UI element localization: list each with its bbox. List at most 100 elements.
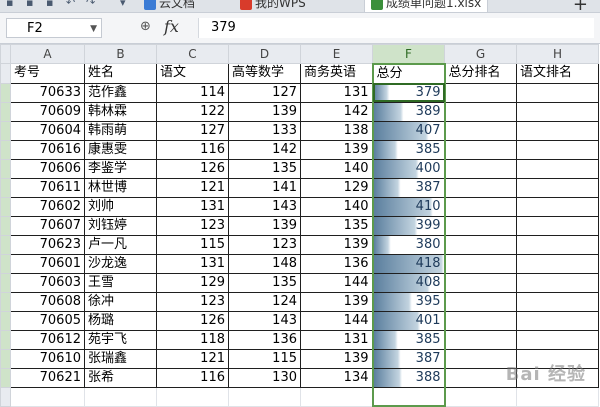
chinese-cell[interactable]: 131 [156,196,229,217]
row-header[interactable] [0,253,11,274]
name-cell[interactable]: 卢一凡 [84,234,157,255]
header-cell[interactable]: 语文 [156,63,229,84]
id-cell[interactable]: 70602 [10,196,85,217]
chinese-cell[interactable]: 114 [156,82,229,103]
id-cell[interactable]: 70604 [10,120,85,141]
total-score-cell[interactable]: 380 [371,234,446,255]
name-cell[interactable]: 李鉴学 [84,158,157,179]
row-header[interactable] [0,310,11,331]
chinese-cell[interactable]: 118 [156,329,229,350]
chinese-cell[interactable]: 115 [156,234,229,255]
tab-workbook[interactable]: 成绩单问题1.xlsx [364,0,489,12]
name-cell[interactable]: 张希 [84,367,157,388]
math-cell[interactable]: 143 [228,310,301,331]
english-cell[interactable]: 140 [300,196,373,217]
id-cell[interactable]: 70607 [10,215,85,236]
total-rank-cell[interactable] [444,139,517,160]
total-rank-cell[interactable] [444,310,517,331]
row-header[interactable] [0,348,11,369]
row-header[interactable] [0,139,11,160]
id-cell[interactable]: 70611 [10,177,85,198]
id-cell[interactable]: 70605 [10,310,85,331]
empty-cell[interactable] [228,386,301,407]
english-cell[interactable]: 135 [300,215,373,236]
chinese-rank-cell[interactable] [516,253,599,274]
chinese-rank-cell[interactable] [516,272,599,293]
column-header-a[interactable]: A [10,44,85,64]
total-score-cell[interactable]: 401 [371,310,446,331]
english-cell[interactable]: 134 [300,367,373,388]
function-icon[interactable]: fx [164,17,179,36]
chinese-rank-cell[interactable] [516,158,599,179]
total-score-cell[interactable]: 395 [371,291,446,312]
id-cell[interactable]: 70609 [10,101,85,122]
row-header[interactable] [0,196,11,217]
total-score-cell[interactable]: 418 [371,253,446,274]
chinese-cell[interactable]: 129 [156,272,229,293]
name-cell[interactable]: 韩林霖 [84,101,157,122]
column-header-h[interactable]: H [516,44,599,64]
math-cell[interactable]: 148 [228,253,301,274]
math-cell[interactable]: 136 [228,329,301,350]
empty-cell[interactable] [156,386,229,407]
chinese-rank-cell[interactable] [516,139,599,160]
total-rank-cell[interactable] [444,196,517,217]
english-cell[interactable]: 129 [300,177,373,198]
column-header-b[interactable]: B [84,44,157,64]
chinese-cell[interactable]: 116 [156,139,229,160]
chinese-cell[interactable]: 123 [156,215,229,236]
formula-input[interactable]: 379 [198,18,594,38]
total-score-cell[interactable]: 410 [371,196,446,217]
id-cell[interactable]: 70612 [10,329,85,350]
chinese-rank-cell[interactable] [516,310,599,331]
chinese-cell[interactable]: 126 [156,310,229,331]
total-score-cell[interactable]: 379 [371,82,446,103]
chinese-rank-cell[interactable] [516,329,599,350]
total-score-cell[interactable]: 389 [371,101,446,122]
select-all-corner[interactable] [0,44,11,64]
math-cell[interactable]: 115 [228,348,301,369]
id-cell[interactable]: 70616 [10,139,85,160]
column-header-c[interactable]: C [156,44,229,64]
name-cell[interactable]: 康惠雯 [84,139,157,160]
chinese-rank-cell[interactable] [516,101,599,122]
chinese-rank-cell[interactable] [516,215,599,236]
total-rank-cell[interactable] [444,215,517,236]
total-rank-cell[interactable] [444,158,517,179]
redo-icon[interactable]: ↷ [86,0,98,10]
total-rank-cell[interactable] [444,329,517,350]
row-header[interactable] [0,101,11,122]
name-cell[interactable]: 沙龙逸 [84,253,157,274]
chevron-down-icon[interactable]: ▾ [120,0,132,10]
total-score-cell[interactable]: 399 [371,215,446,236]
math-cell[interactable]: 135 [228,272,301,293]
total-rank-cell[interactable] [444,177,517,198]
column-header-d[interactable]: D [228,44,301,64]
row-header[interactable] [0,272,11,293]
name-cell[interactable]: 张瑞鑫 [84,348,157,369]
english-cell[interactable]: 139 [300,291,373,312]
header-cell[interactable]: 商务英语 [300,63,373,84]
english-cell[interactable]: 138 [300,120,373,141]
column-header-e[interactable]: E [300,44,373,64]
header-cell[interactable]: 总分排名 [444,63,517,84]
name-cell[interactable]: 刘钰婷 [84,215,157,236]
english-cell[interactable]: 139 [300,234,373,255]
chinese-cell[interactable]: 131 [156,253,229,274]
chinese-rank-cell[interactable] [516,120,599,141]
empty-cell[interactable] [300,386,373,407]
chinese-cell[interactable]: 123 [156,291,229,312]
row-header[interactable] [0,82,11,103]
total-score-cell[interactable]: 400 [371,158,446,179]
math-cell[interactable]: 143 [228,196,301,217]
print-icon[interactable]: ▪ [26,0,38,10]
math-cell[interactable]: 139 [228,215,301,236]
row-header[interactable] [0,234,11,255]
math-cell[interactable]: 142 [228,139,301,160]
chinese-rank-cell[interactable] [516,177,599,198]
chinese-cell[interactable]: 121 [156,348,229,369]
column-header-g[interactable]: G [444,44,517,64]
name-cell[interactable]: 范作鑫 [84,82,157,103]
math-cell[interactable]: 127 [228,82,301,103]
total-rank-cell[interactable] [444,120,517,141]
